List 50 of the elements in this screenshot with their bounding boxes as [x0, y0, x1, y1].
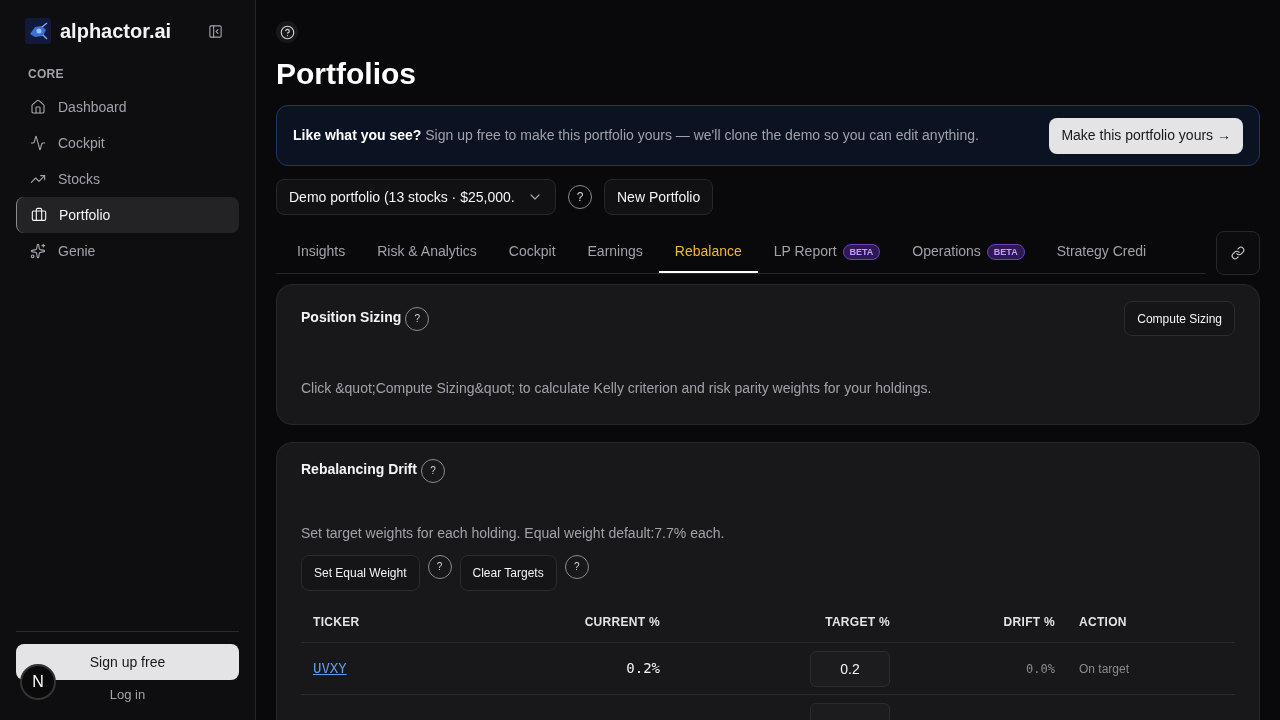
tab[interactable]: Earnings: [571, 232, 659, 273]
beta-badge: BETA: [986, 243, 1025, 260]
help-icon: [279, 24, 295, 40]
ticker-link[interactable]: UVXY: [313, 658, 347, 679]
logo-icon: [25, 18, 51, 44]
column-header: DRIFT %: [1003, 613, 1055, 631]
new-portfolio-button[interactable]: New Portfolio: [604, 179, 714, 215]
link-icon: [1231, 246, 1245, 260]
sparkles-icon: [30, 243, 46, 259]
card-description: Click &quot;Compute Sizing&quot; to calculate Kelly criterion and risk parity weights for your holdings.: [301, 379, 933, 398]
card-title: Rebalancing Drift: [301, 460, 417, 479]
column-header: TARGET %: [825, 613, 890, 631]
pulse-line-icon: [30, 135, 46, 151]
card-description: Set target weights for each holding. Equal weight default:7.7% each.: [301, 524, 726, 543]
nav-item[interactable]: Genie: [16, 233, 239, 269]
drift-percent: 0.0%: [1026, 660, 1055, 678]
toolbar-button[interactable]: Set Equal Weight: [301, 555, 420, 591]
current-percent: 0.2%: [626, 659, 660, 678]
card-title: Position Sizing: [301, 308, 402, 327]
beta-badge: BETA: [842, 243, 881, 260]
tab[interactable]: Rebalance: [658, 232, 758, 273]
collapse-sidebar-icon[interactable]: [208, 23, 223, 39]
tab[interactable]: Risk & Analytics: [361, 232, 493, 273]
make-portfolio-button[interactable]: Make this portfolio yours →: [1049, 117, 1243, 154]
column-header: CURRENT %: [584, 613, 660, 631]
compute-sizing-button[interactable]: Compute Sizing: [1124, 301, 1235, 336]
tab[interactable]: Strategy Credi: [1040, 232, 1163, 273]
tab[interactable]: LP Report BETA: [757, 232, 897, 273]
column-header: TICKER: [313, 613, 360, 631]
target-input[interactable]: 0.2: [810, 650, 890, 687]
nav-item[interactable]: Stocks: [16, 161, 239, 197]
tab[interactable]: Operations BETA: [896, 232, 1041, 273]
portfolio-select[interactable]: Demo portfolio (13 stocks · $25,000.: [276, 179, 556, 215]
help-button[interactable]: [276, 21, 298, 43]
banner-text: Like what you see? Sign up free to make this portfolio yours — we'll clone the demo so you can edit anything.: [293, 126, 979, 145]
nav-item[interactable]: Cockpit: [16, 125, 239, 161]
page-title: Portfolios: [276, 56, 417, 92]
nav-item[interactable]: Dashboard: [16, 89, 239, 125]
tab[interactable]: Insights: [281, 232, 362, 273]
brand-name: alphactor.ai: [60, 19, 172, 44]
briefcase-icon: [31, 207, 47, 223]
toolbar-button[interactable]: Clear Targets: [459, 555, 557, 591]
section-label: CORE: [27, 66, 65, 82]
action-status: On target: [1079, 660, 1130, 678]
tab[interactable]: Cockpit: [492, 232, 572, 273]
house-icon: [30, 99, 46, 115]
link-button[interactable]: [1216, 231, 1260, 275]
column-header: ACTION: [1079, 613, 1127, 631]
nav-item[interactable]: Portfolio: [16, 197, 239, 233]
login-link[interactable]: Log in: [109, 685, 146, 705]
